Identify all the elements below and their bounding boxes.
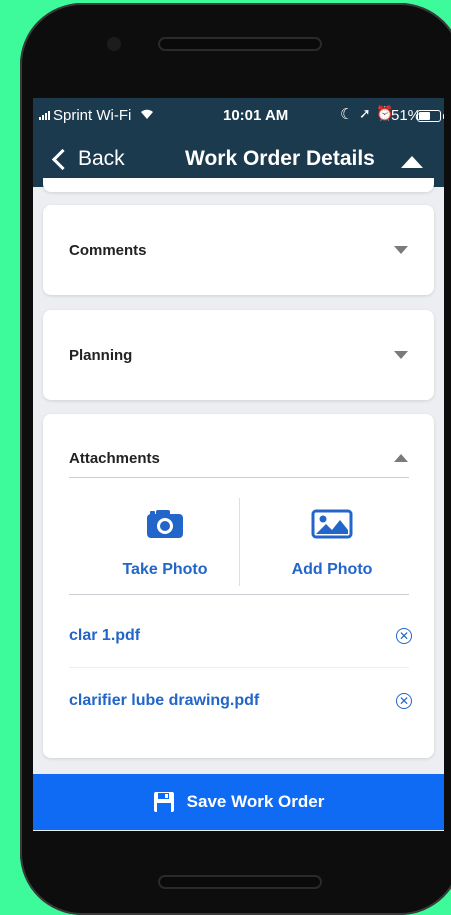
attachments-section: Attachments Take Photo Add Photo clar 1.… (43, 414, 434, 758)
back-label: Back (78, 147, 125, 170)
signal-icon (39, 110, 50, 120)
take-photo-button[interactable]: Take Photo (90, 509, 240, 579)
close-circle-icon[interactable]: ✕ (396, 693, 412, 709)
take-photo-label: Take Photo (122, 561, 208, 578)
divider (69, 594, 409, 595)
page-title: Work Order Details (185, 147, 375, 170)
attachments-title[interactable]: Attachments (69, 450, 160, 467)
caret-down-icon[interactable] (394, 246, 408, 254)
floppy-disk-icon (153, 792, 174, 812)
attachment-file-link[interactable]: clar 1.pdf (69, 627, 140, 645)
planning-title: Planning (69, 347, 133, 364)
add-photo-label: Add Photo (291, 561, 373, 578)
add-photo-button[interactable]: Add Photo (257, 509, 407, 579)
planning-section[interactable]: Planning (43, 310, 434, 400)
app-screen: Sprint Wi-Fi 10:01 AM ☾ ➚ ⏰ 51% Back Wor… (33, 98, 444, 831)
earpiece-speaker (160, 39, 320, 49)
nav-header: Sprint Wi-Fi 10:01 AM ☾ ➚ ⏰ 51% Back Wor… (33, 98, 444, 187)
caret-down-icon[interactable] (394, 351, 408, 359)
home-indicator (160, 877, 320, 887)
chevron-left-icon (51, 148, 74, 170)
divider (69, 477, 409, 478)
camera-icon (90, 509, 240, 543)
clock: 10:01 AM (223, 107, 289, 124)
back-button[interactable]: Back (51, 144, 125, 174)
previous-section-card (43, 178, 434, 192)
image-icon (257, 509, 407, 543)
battery-icon (417, 110, 444, 122)
divider (69, 667, 409, 668)
front-camera (107, 37, 121, 51)
location-arrow-icon: ➚ (359, 105, 371, 121)
caret-up-icon[interactable] (394, 454, 408, 462)
close-circle-icon[interactable]: ✕ (396, 628, 412, 644)
action-divider (239, 498, 240, 586)
save-label: Save Work Order (186, 792, 325, 811)
moon-icon: ☾ (340, 106, 354, 123)
carrier-label: Sprint Wi-Fi (53, 106, 132, 124)
phone-frame: Sprint Wi-Fi 10:01 AM ☾ ➚ ⏰ 51% Back Wor… (20, 3, 451, 915)
caret-up-icon[interactable] (401, 156, 423, 168)
status-bar: Sprint Wi-Fi 10:01 AM ☾ ➚ ⏰ 51% (33, 98, 444, 132)
attachment-file-link[interactable]: clarifier lube drawing.pdf (69, 692, 259, 710)
save-work-order-button[interactable]: Save Work Order (33, 774, 444, 830)
comments-title: Comments (69, 242, 147, 259)
wifi-icon (139, 107, 155, 123)
comments-section[interactable]: Comments (43, 205, 434, 295)
